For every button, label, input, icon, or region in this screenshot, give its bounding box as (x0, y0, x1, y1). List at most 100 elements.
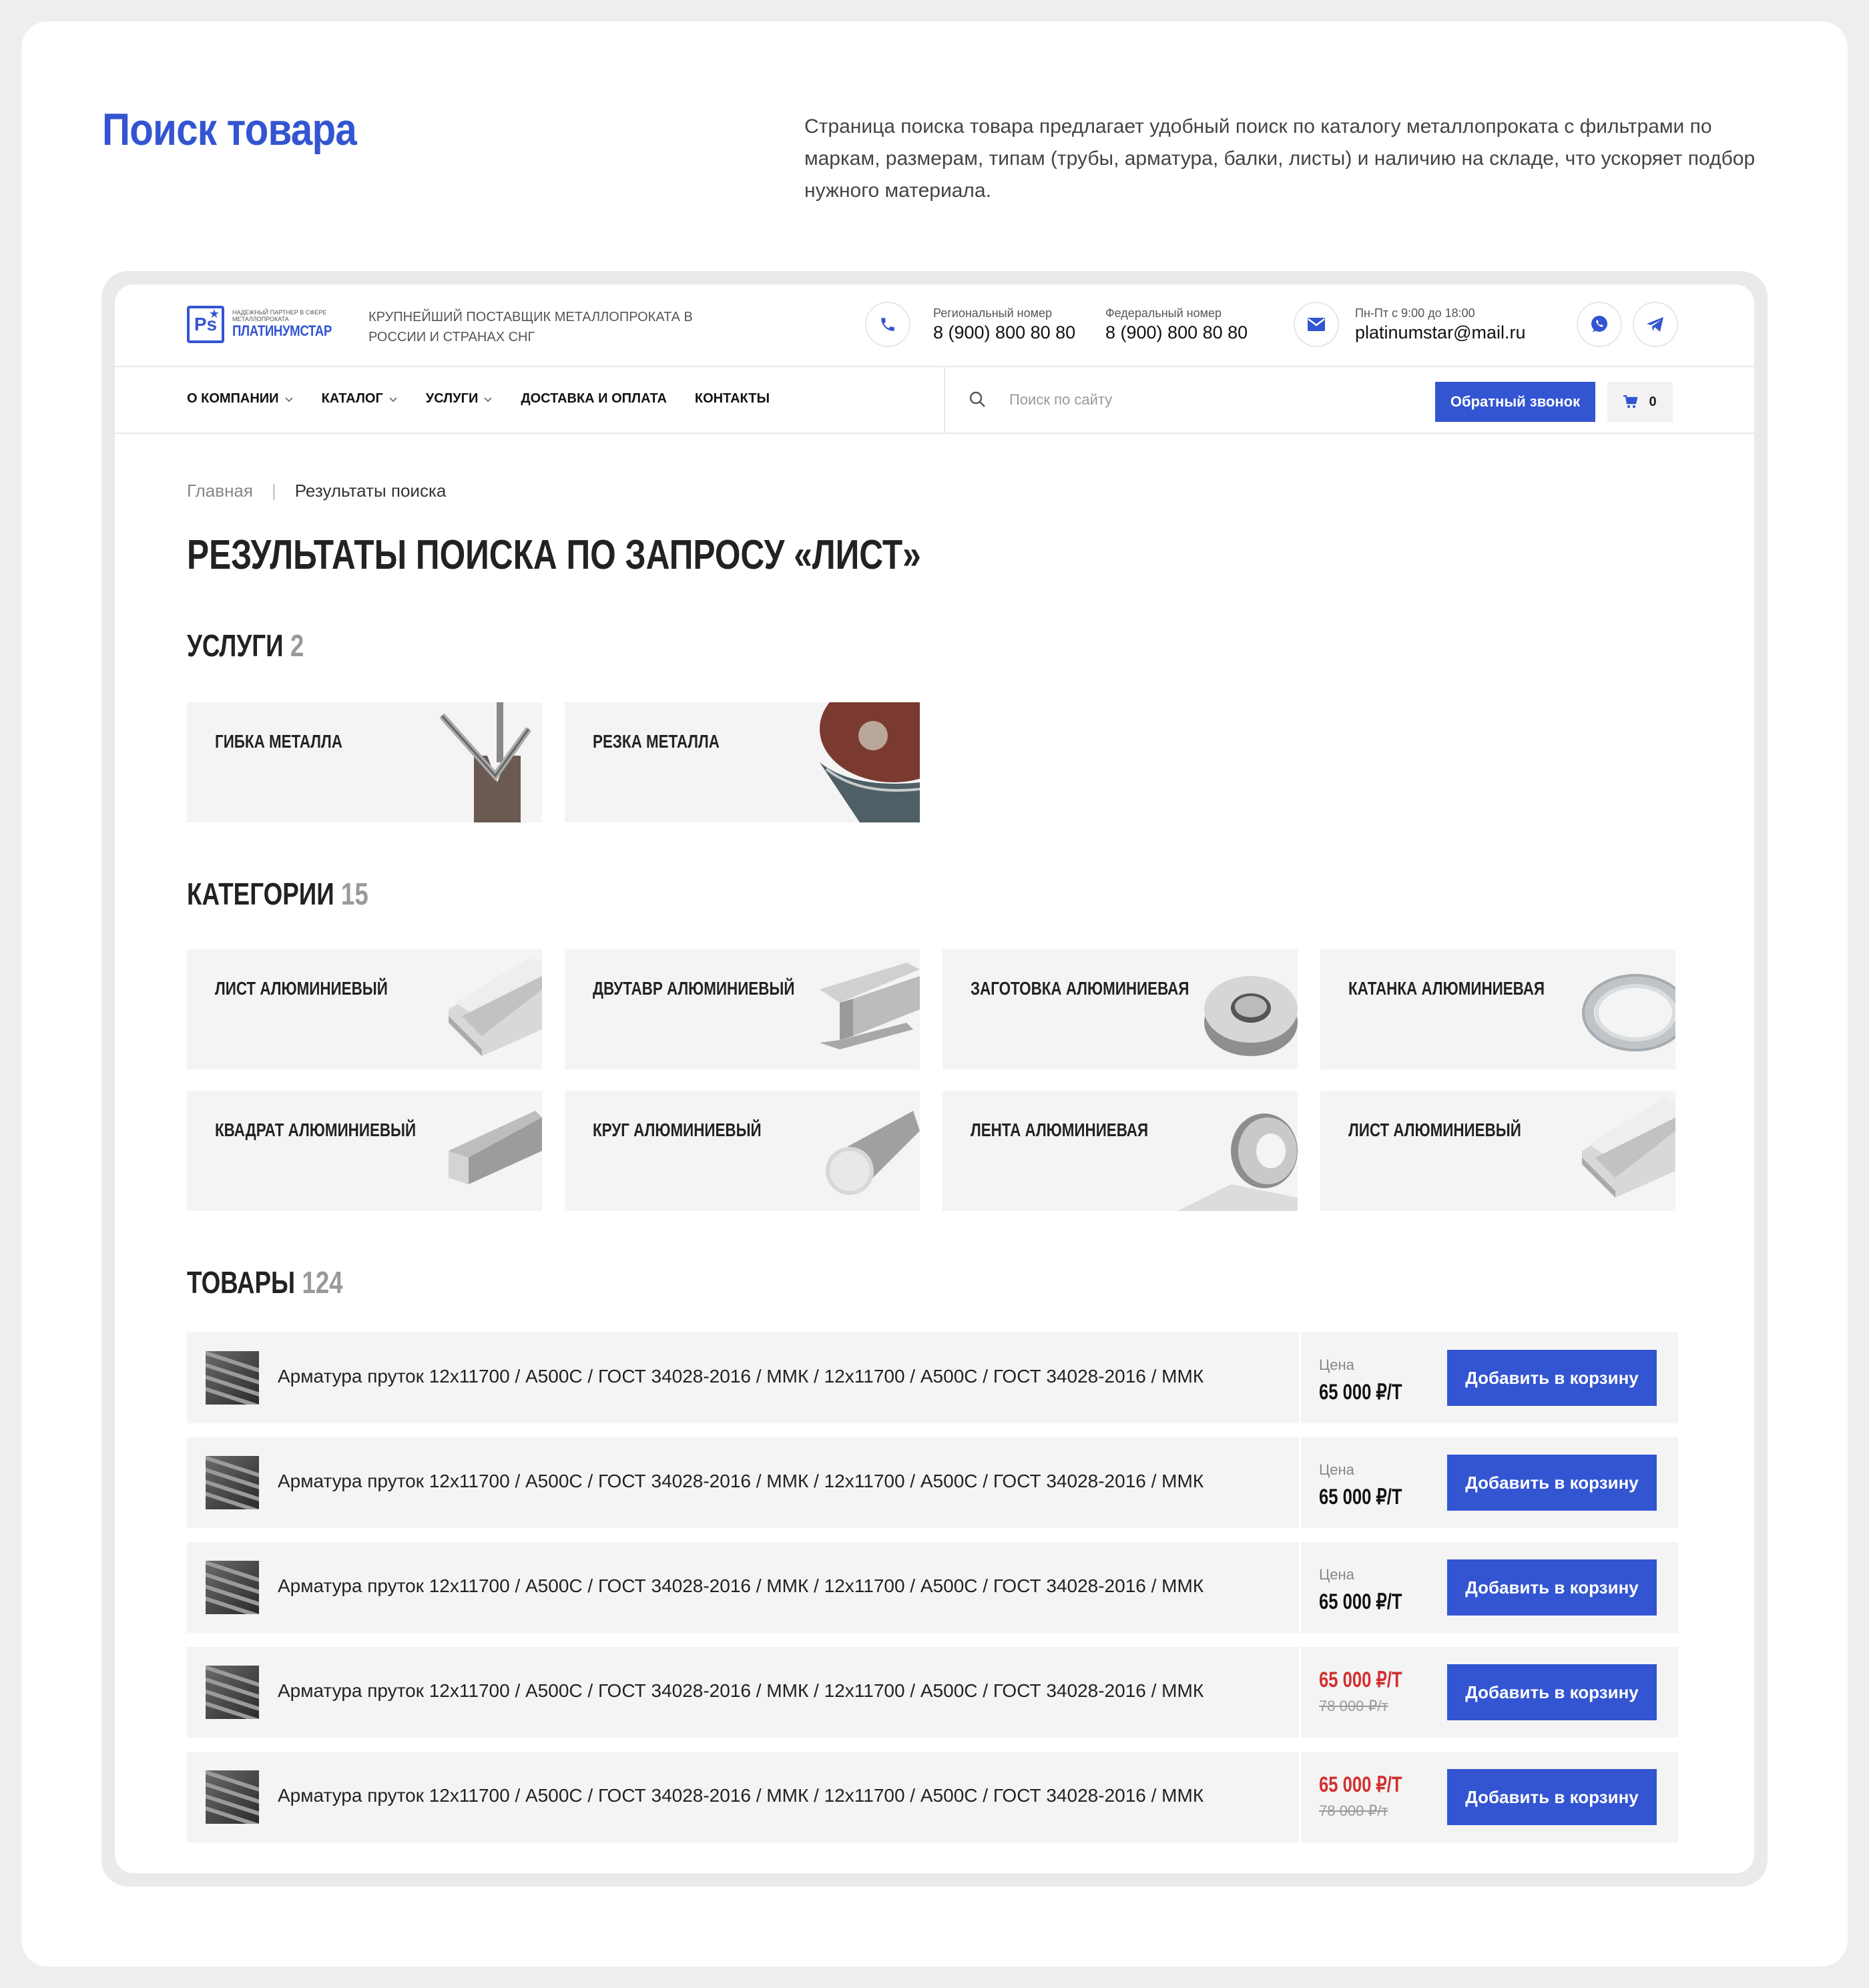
cart-count: 0 (1649, 394, 1657, 409)
categories-heading: Категории 15 (187, 876, 368, 912)
price-label: Цена (1319, 1356, 1354, 1373)
product-old-price: 78 000 ₽/т (1319, 1698, 1388, 1714)
breadcrumb: Главная | Результаты поиска (187, 481, 446, 501)
product-sale-price: 65 000 ₽/т (1319, 1668, 1402, 1692)
product-divider (1299, 1332, 1301, 1423)
federal-contact: Федеральный номер 8 (900) 800 80 80 (1105, 306, 1248, 344)
regional-contact: Региональный номер 8 (900) 800 80 80 (933, 306, 1075, 344)
header-divider (115, 366, 1754, 367)
product-name[interactable]: Арматура пруток 12х11700 / А500С / ГОСТ … (278, 1785, 1204, 1806)
breadcrumb-separator: | (271, 481, 276, 501)
product-divider (1299, 1542, 1301, 1633)
email-link[interactable]: platinumstar@mail.ru (1355, 320, 1526, 344)
nav-item-catalog[interactable]: Каталог (322, 391, 398, 407)
category-card-aluminum-wire-rod[interactable]: Катанка алюминиевая (1320, 949, 1675, 1069)
services-heading: Услуги 2 (187, 628, 304, 664)
add-to-cart-button[interactable]: Добавить в корзину (1447, 1769, 1657, 1825)
logo-tagline: НАДЕЖНЫЙ ПАРТНЕР В СФЕРЕ МЕТАЛЛОПРОКАТА (232, 309, 327, 322)
product-name[interactable]: Арматура пруток 12х11700 / А500С / ГОСТ … (278, 1575, 1204, 1597)
product-sale-price: 65 000 ₽/т (1319, 1772, 1402, 1796)
aluminum-round-image (826, 1111, 920, 1195)
category-card-aluminum-round[interactable]: Круг алюминиевый (565, 1091, 920, 1211)
breadcrumb-home[interactable]: Главная (187, 481, 253, 501)
product-name[interactable]: Арматура пруток 12х11700 / А500С / ГОСТ … (278, 1680, 1204, 1702)
chevron-down-icon (389, 397, 397, 402)
regional-phone[interactable]: 8 (900) 800 80 80 (933, 320, 1075, 344)
metal-bending-image (439, 702, 532, 822)
chevron-down-icon (284, 397, 293, 402)
category-card-aluminum-sheet[interactable]: Лист алюминиевый (187, 949, 542, 1069)
service-card-cutting[interactable]: Резка металла (565, 702, 920, 822)
search-input[interactable] (1009, 386, 1410, 414)
nav-item-company[interactable]: О компании (187, 391, 294, 407)
federal-phone[interactable]: 8 (900) 800 80 80 (1105, 320, 1248, 344)
nav-item-label: Контакты (694, 391, 770, 406)
aluminum-blank-image (1204, 976, 1298, 1056)
email-contact: Пн-Пт с 9:00 до 18:00 platinumstar@mail.… (1355, 306, 1526, 344)
federal-label: Федеральный номер (1105, 306, 1222, 320)
category-card-aluminum-sheet-2[interactable]: Лист алюминиевый (1320, 1091, 1675, 1211)
aluminum-square-image (449, 1111, 542, 1184)
services-count: 2 (290, 628, 304, 663)
product-row[interactable]: Арматура пруток 12х11700 / А500С / ГОСТ … (187, 1542, 1678, 1633)
add-to-cart-button[interactable]: Добавить в корзину (1447, 1350, 1657, 1406)
breadcrumb-current: Результаты поиска (294, 481, 447, 501)
nav-divider (115, 433, 1754, 434)
category-card-aluminum-square[interactable]: Квадрат алюминиевый (187, 1091, 542, 1211)
product-thumbnail (206, 1561, 259, 1614)
page-title: Результаты поиска по запросу «лист» (187, 532, 921, 578)
add-to-cart-button[interactable]: Добавить в корзину (1447, 1455, 1657, 1511)
categories-title: Категории (187, 877, 334, 911)
logo-badge: Ps ★ (187, 306, 224, 343)
category-card-aluminum-blank[interactable]: Заготовка алюминиевая (943, 949, 1298, 1069)
product-divider (1299, 1647, 1301, 1738)
cart-button[interactable]: 0 (1607, 382, 1673, 422)
product-thumbnail (206, 1666, 259, 1719)
nav-item-contacts[interactable]: Контакты (695, 391, 770, 407)
product-price: 65 000 ₽/т (1319, 1380, 1402, 1404)
category-card-aluminum-ibeam[interactable]: Двутавр алюминиевый (565, 949, 920, 1069)
product-row[interactable]: Арматура пруток 12х11700 / А500С / ГОСТ … (187, 1647, 1678, 1738)
categories-count: 15 (340, 877, 368, 911)
star-icon: ★ (208, 307, 220, 320)
aluminum-wire-rod-image (1582, 974, 1675, 1051)
service-card-bending[interactable]: Гибка металла (187, 702, 542, 822)
hero-description: Страница поиска товара предлагает удобны… (804, 115, 1756, 202)
product-name[interactable]: Арматура пруток 12х11700 / А500С / ГОСТ … (278, 1366, 1204, 1387)
product-divider (1299, 1437, 1301, 1528)
nav-item-label: Услуги (425, 391, 479, 406)
add-to-cart-button[interactable]: Добавить в корзину (1447, 1559, 1657, 1616)
hours-label: Пн-Пт с 9:00 до 18:00 (1355, 306, 1475, 320)
hero-title: Поиск товара (102, 104, 357, 155)
product-row[interactable]: Арматура пруток 12х11700 / А500С / ГОСТ … (187, 1437, 1678, 1528)
mail-icon[interactable] (1294, 302, 1339, 347)
callback-button[interactable]: Обратный звонок (1435, 382, 1595, 422)
aluminum-tape-image (1177, 1113, 1298, 1211)
product-row[interactable]: Арматура пруток 12х11700 / А500С / ГОСТ … (187, 1752, 1678, 1842)
nav-item-services[interactable]: Услуги (426, 391, 493, 407)
phone-icon[interactable] (865, 302, 910, 347)
product-row[interactable]: Арматура пруток 12х11700 / А500С / ГОСТ … (187, 1332, 1678, 1423)
aluminum-ibeam-image (820, 963, 920, 1049)
product-price: 65 000 ₽/т (1319, 1485, 1402, 1509)
chevron-down-icon (484, 397, 492, 402)
site-mockup: Ps ★ НАДЕЖНЫЙ ПАРТНЕР В СФЕРЕ МЕТАЛЛОПРО… (115, 284, 1754, 1873)
price-label: Цена (1319, 1566, 1354, 1583)
whatsapp-icon[interactable] (1577, 302, 1622, 347)
products-title: Товары (187, 1265, 296, 1300)
telegram-icon[interactable] (1633, 302, 1678, 347)
product-price: 65 000 ₽/т (1319, 1589, 1402, 1613)
nav-item-label: О компании (187, 391, 279, 406)
header-slogan: Крупнейший поставщик металлопроката в Ро… (368, 310, 693, 344)
aluminum-sheet-image (1582, 1097, 1675, 1198)
search-icon[interactable] (968, 390, 988, 410)
product-thumbnail (206, 1770, 259, 1824)
category-card-aluminum-tape[interactable]: Лента алюминиевая (943, 1091, 1298, 1211)
price-label: Цена (1319, 1461, 1354, 1478)
nav-item-delivery[interactable]: Доставка и оплата (521, 391, 667, 407)
product-old-price: 78 000 ₽/т (1319, 1802, 1388, 1819)
product-name[interactable]: Арматура пруток 12х11700 / А500С / ГОСТ … (278, 1471, 1204, 1492)
metal-cutting-image (800, 702, 920, 822)
logo[interactable]: Ps ★ НАДЕЖНЫЙ ПАРТНЕР В СФЕРЕ МЕТАЛЛОПРО… (187, 306, 349, 343)
add-to-cart-button[interactable]: Добавить в корзину (1447, 1664, 1657, 1720)
